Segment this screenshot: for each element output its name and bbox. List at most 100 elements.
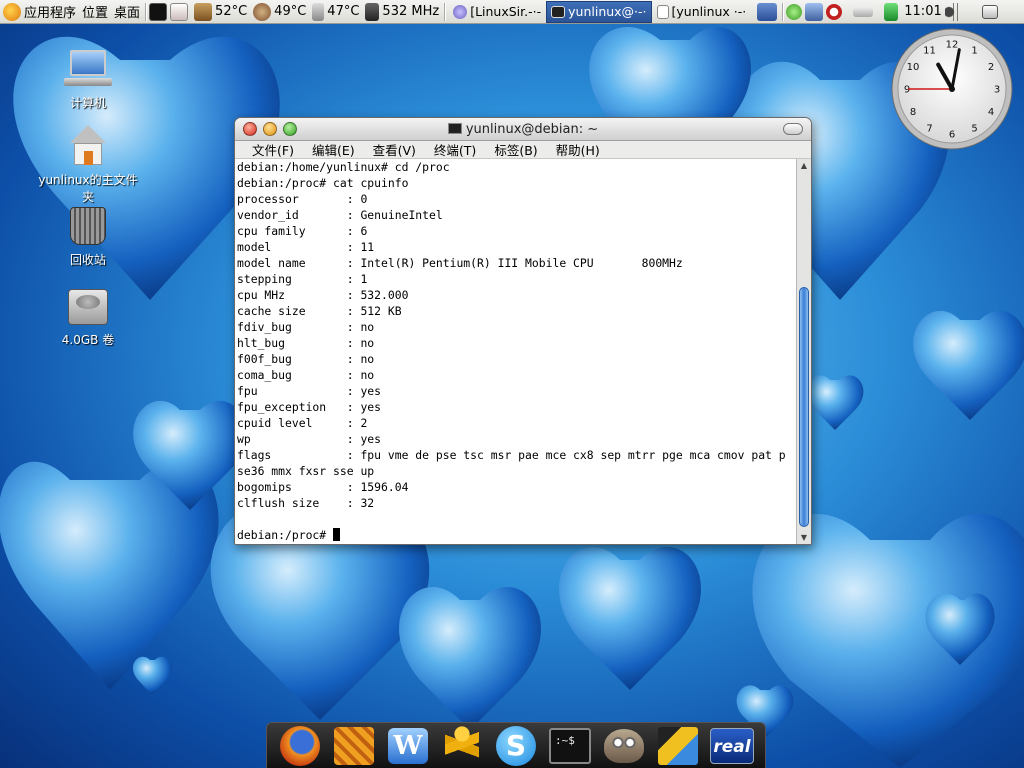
menu-tabs[interactable]: 标签(B) (485, 140, 546, 159)
keyboard-icon[interactable] (853, 6, 874, 17)
panel-separator (444, 2, 447, 21)
text-cursor (333, 528, 341, 541)
disk-temp-icon (312, 2, 325, 21)
sensor-value: 47°C (327, 4, 360, 19)
battery-icon[interactable] (884, 2, 899, 21)
terminal-line: f00f_bug : no (237, 352, 375, 366)
clock-numeral: 1 (971, 46, 977, 57)
cpu-temp-icon (194, 2, 213, 21)
clock-numeral: 9 (904, 85, 910, 96)
terminal-window-icon (551, 5, 566, 18)
sensor-cpu-temp: 52°C (191, 0, 250, 24)
show-desktop-icon[interactable] (981, 4, 998, 19)
clock-numeral: 7 (926, 124, 932, 135)
terminal-launcher-icon[interactable] (149, 2, 168, 21)
window-titlebar[interactable]: yunlinux@debian: ~ (235, 118, 811, 141)
computer-icon (64, 48, 112, 90)
workspace-switcher-icon[interactable] (757, 2, 778, 21)
panel-separator (145, 2, 148, 21)
scrollbar-thumb[interactable] (799, 287, 809, 527)
terminal-line: cpuid level : 2 (237, 416, 368, 430)
application-dock: W S :~$ real (266, 722, 766, 768)
shade-button[interactable] (783, 123, 803, 135)
vertical-scrollbar[interactable]: ▲ ▼ (796, 159, 811, 544)
menu-terminal[interactable]: 终端(T) (425, 140, 485, 159)
gimp-icon[interactable] (600, 725, 648, 767)
terminal-dock-label: :~$ (549, 727, 591, 764)
desktop-icon-label: yunlinux的主文件夹 (38, 173, 138, 204)
terminal-line: cpu family : 6 (237, 224, 368, 238)
sensor-cpu-freq: 532 MHz (362, 0, 442, 24)
terminal-prompt: debian:/proc# (237, 528, 334, 542)
task-linuxsir[interactable]: [LinuxSir.-·- (448, 1, 546, 23)
desktop-icon-home[interactable]: yunlinux的主文件夹 (33, 125, 143, 205)
desktop-menu-label: 桌面 (114, 6, 141, 21)
task-yunlinux[interactable]: [yunlinux ·-· (652, 1, 752, 23)
terminal-line: fpu : yes (237, 384, 382, 398)
desktop-icon-drive[interactable]: 4.0GB 卷 (33, 285, 143, 348)
clock-numeral: 10 (907, 62, 920, 73)
aim-icon[interactable] (438, 725, 486, 767)
terminal-line: stepping : 1 (237, 272, 368, 286)
clock-numeral: 5 (971, 124, 977, 135)
applications-menu[interactable]: 应用程序 (0, 0, 79, 24)
menu-edit[interactable]: 编辑(E) (303, 140, 364, 159)
cpu-freq-icon (365, 2, 380, 21)
window-title-text: yunlinux@debian: ~ (465, 122, 599, 137)
terminal-icon[interactable]: :~$ (546, 725, 594, 767)
terminal-line: flags : fpu vme de pse tsc msr pae mce c… (237, 448, 786, 462)
text-editor-launcher-icon[interactable] (170, 2, 189, 21)
terminal-line: debian:/home/yunlinux# cd /proc (237, 160, 450, 174)
volume-icon[interactable] (944, 2, 965, 21)
scroll-down-arrow-icon[interactable]: ▼ (797, 531, 811, 544)
menu-help[interactable]: 帮助(H) (547, 140, 609, 159)
terminal-line: model : 11 (237, 240, 375, 254)
terminal-line: cache size : 512 KB (237, 304, 402, 318)
terminal-window: yunlinux@debian: ~ 文件(F) 编辑(E) 查看(V) 终端(… (234, 117, 812, 545)
network-status-icon[interactable] (786, 3, 803, 20)
places-menu[interactable]: 位置 (79, 0, 111, 24)
terminal-line: vendor_id : GenuineIntel (237, 208, 443, 222)
terminal-line: clflush size : 32 (237, 496, 375, 510)
pidgin-icon[interactable] (330, 725, 378, 767)
browser-window-icon (453, 4, 468, 19)
top-panel: 应用程序 位置 桌面 52°C 49°C 47°C 532 MHz [Linux… (0, 0, 1024, 24)
desktop-icon-trash[interactable]: 回收站 (33, 205, 143, 268)
clock-numeral: 4 (988, 107, 994, 118)
analog-clock: 123456789101112 (891, 28, 1013, 150)
realplayer-icon[interactable]: real (708, 725, 756, 767)
menu-view[interactable]: 查看(V) (364, 140, 425, 159)
sensor-value: 49°C (274, 4, 307, 19)
terminal-line: debian:/proc# cat cpuinfo (237, 176, 409, 190)
terminal-line: coma_bug : no (237, 368, 375, 382)
sensor-value: 52°C (215, 4, 248, 19)
terminal-prompt-line[interactable]: debian:/proc# (237, 527, 798, 543)
terminal-line: processor : 0 (237, 192, 368, 206)
terminal-line: hlt_bug : no (237, 336, 375, 350)
writer-icon[interactable]: W (384, 725, 432, 767)
firefox-icon[interactable] (276, 725, 324, 767)
media-player-icon[interactable] (654, 725, 702, 767)
trash-icon (64, 205, 112, 247)
drive-icon (64, 285, 112, 327)
clock-numeral: 11 (923, 46, 936, 57)
realplayer-dock-label: real (710, 727, 754, 764)
fan-temp-icon (253, 2, 272, 21)
sensor-fan-temp: 49°C (250, 0, 309, 24)
clock-numeral: 6 (949, 130, 955, 141)
skype-icon[interactable]: S (492, 725, 540, 767)
menu-file[interactable]: 文件(F) (243, 140, 303, 159)
clock-numeral: 2 (988, 62, 994, 73)
settings-icon[interactable] (805, 2, 824, 21)
terminal-title-icon (447, 123, 462, 134)
scroll-up-arrow-icon[interactable]: ▲ (797, 159, 811, 173)
panel-clock[interactable]: 11:01 (901, 0, 944, 24)
terminal-line: bogomips : 1596.04 (237, 480, 409, 494)
task-terminal[interactable]: yunlinux@·-· (546, 0, 652, 23)
terminal-output[interactable]: debian:/home/yunlinux# cd /proc debian:/… (235, 159, 798, 544)
gnome-foot-icon (3, 2, 21, 21)
desktop-menu[interactable]: 桌面 (111, 0, 143, 24)
desktop-icon-computer[interactable]: 计算机 (33, 48, 143, 111)
no-entry-icon[interactable] (826, 3, 843, 20)
